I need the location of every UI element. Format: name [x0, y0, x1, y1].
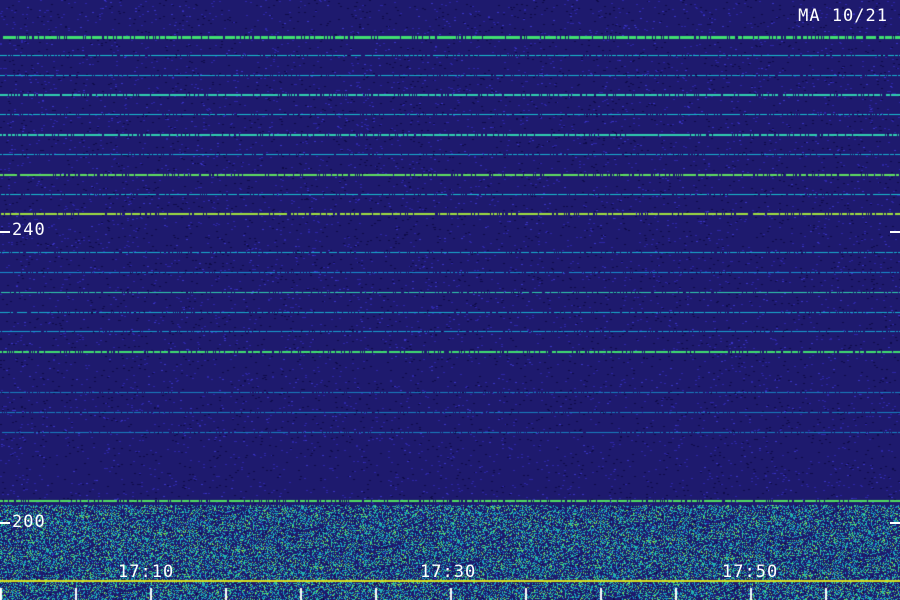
freq-tick-left-240 [0, 231, 10, 233]
freq-tick-right-200 [890, 522, 900, 524]
spectrogram-canvas [0, 0, 900, 600]
time-label-1730: 17:30 [420, 562, 477, 582]
freq-tick-left-200 [0, 522, 10, 524]
freq-label-240: 240 [12, 220, 46, 240]
spectrogram-view: MA 10/21 240 200 17:10 17:30 17:50 [0, 0, 900, 600]
time-label-1710: 17:10 [118, 562, 175, 582]
station-date-label: MA 10/21 [798, 6, 888, 26]
freq-label-200: 200 [12, 512, 46, 532]
time-label-1750: 17:50 [722, 562, 779, 582]
freq-tick-right-240 [890, 231, 900, 233]
